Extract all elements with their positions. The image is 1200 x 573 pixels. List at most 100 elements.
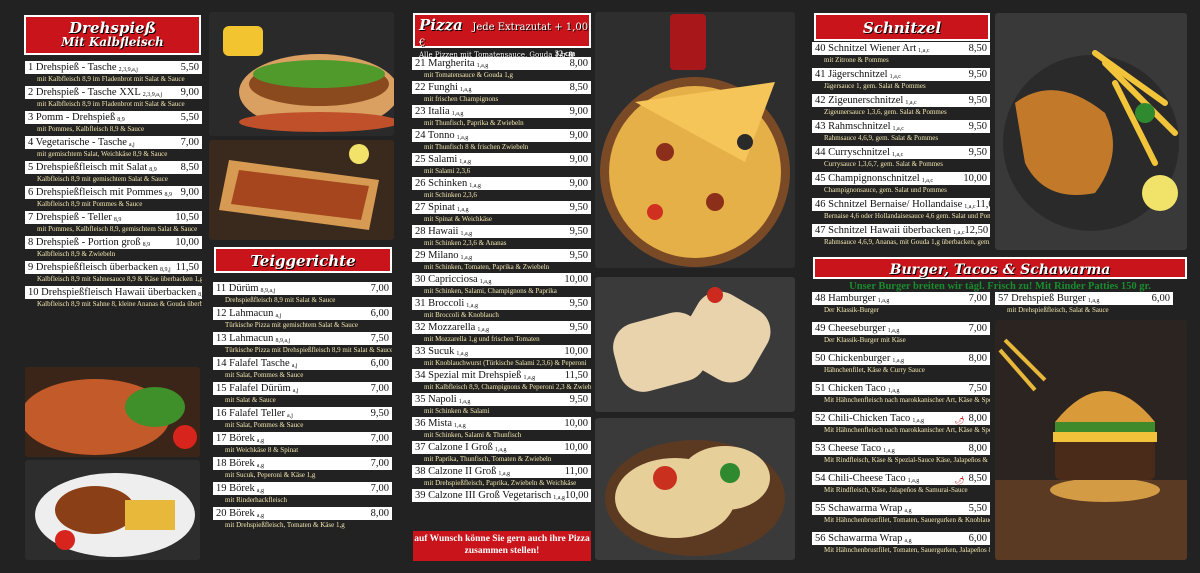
menu-item-34[interactable]: 34 Spezial mit Drehspieß 1,a,g 11,50: [412, 369, 591, 382]
item-description: [412, 502, 591, 513]
item-price: 7,00: [370, 482, 389, 494]
menu-item-20[interactable]: 20 Börek a,g 8,00: [213, 507, 392, 520]
menu-item-44[interactable]: 44 Curryschnitzel 1,a,c 9,50: [812, 146, 990, 159]
menu-item-9[interactable]: 9 Drehspießfleisch überbacken 8,9,j 11,50: [25, 261, 202, 274]
item-allergens: 1,a,c: [905, 100, 917, 107]
menu-item-36[interactable]: 36 Mista 1,a,g 10,00: [412, 417, 591, 430]
burger-title: Burger, Tacos & Schawarma: [889, 262, 1111, 278]
item-price: 9,00: [180, 86, 199, 98]
item-price: 5,50: [968, 502, 987, 514]
menu-item-21[interactable]: 21 Margherita 1,a,g 8,00: [412, 57, 591, 70]
item-description: Türkische Pizza mit Drehspießfleisch 8,9…: [225, 346, 392, 354]
item-description: Der Klassik-Burger mit Käse: [824, 336, 906, 344]
menu-item-45[interactable]: 45 Champignonschnitzel 1,a,c 10,00: [812, 172, 990, 185]
menu-item-18[interactable]: 18 Börek a,g 7,00: [213, 457, 392, 470]
menu-item-43[interactable]: 43 Rahmschnitzel 1,a,c 9,50: [812, 120, 990, 133]
menu-entry: 13 Lahmacun 8,9,a,j 7,50 Türkische Pizza mi…: [213, 332, 392, 357]
menu-item-15[interactable]: 15 Falafel Dürüm a,j 7,00: [213, 382, 392, 395]
item-description: mit Salat, Pommes & Sauce: [225, 371, 304, 379]
menu-item-42[interactable]: 42 Zigeunerschnitzel 1,a,c 9,50: [812, 94, 990, 107]
menu-item-51[interactable]: 51 Chicken Taco 1,a,g 7,50: [812, 382, 990, 395]
menu-item-50[interactable]: 50 Chickenburger 1,a,g 8,00: [812, 352, 990, 365]
item-name: 32 Mozzarella: [415, 321, 476, 333]
menu-item-12[interactable]: 12 Lahmacun a,j 6,00: [213, 307, 392, 320]
item-name: 17 Börek: [216, 432, 255, 444]
menu-item-38[interactable]: 38 Calzone II Groß 1,a,g 11,00: [412, 465, 591, 478]
menu-item-25[interactable]: 25 Salami 1,a,g 9,00: [412, 153, 591, 166]
menu-entry: 16 Falafel Teller a,j 9,50 mit Salat, Pomme…: [213, 407, 392, 432]
menu-item-4[interactable]: 4 Vegetarische - Tasche a,j 7,00: [25, 136, 202, 149]
menu-item-5[interactable]: 5 Drehspießfleisch mit Salat 8,9 8,50: [25, 161, 202, 174]
burger-list: 48 Hamburger 1,a,g 7,00 Der Klassik-Burger 4…: [812, 292, 990, 562]
menu-item-24[interactable]: 24 Tonno 1,a,g 9,00: [412, 129, 591, 142]
menu-item-13[interactable]: 13 Lahmacun 8,9,a,j 7,50: [213, 332, 392, 345]
menu-item-53[interactable]: 53 Cheese Taco 1,a,g 8,00: [812, 442, 990, 455]
menu-item-6[interactable]: 6 Drehspießfleisch mit Pommes 8,9 9,00: [25, 186, 202, 199]
menu-item-49[interactable]: 49 Cheeseburger 1,a,g 7,00: [812, 322, 990, 335]
menu-item-56[interactable]: 56 Schawarma Wrap a,g 6,00: [812, 532, 990, 545]
item-allergens: 1,a,g: [451, 111, 464, 118]
item-price: 11,50: [564, 369, 588, 381]
menu-item-10[interactable]: 10 Drehspießfleisch Hawaii überbacken8,9…: [25, 286, 202, 299]
menu-entry: 11 Dürüm 8,9,a,j 7,00 Drehspießfleisch 8,9 …: [213, 282, 392, 307]
schnitzel-title: Schnitzel: [862, 19, 942, 37]
menu-item-22[interactable]: 22 Funghi 1,a,g 8,50: [412, 81, 591, 94]
item-name: 34 Spezial mit Drehspieß: [415, 369, 522, 381]
item-price: 8,00: [569, 57, 588, 69]
item-description: Hähnchenfilet, Käse & Curry Sauce: [824, 366, 925, 374]
menu-item-32[interactable]: 32 Mozzarella 1,a,g 9,50: [412, 321, 591, 334]
item-price: 6,00: [370, 357, 389, 369]
item-price: 6,00: [1151, 292, 1170, 304]
menu-entry: 3 Pomm - Drehspieß 8,9 5,50 mit Pommes, Kal…: [25, 111, 202, 136]
item-allergens: 8,9: [117, 117, 125, 124]
menu-item-14[interactable]: 14 Falafel Tasche a,j 6,00: [213, 357, 392, 370]
menu-item-2[interactable]: 2 Drehspieß - Tasche XXL 2,3,9,a,j 9,00: [25, 86, 202, 99]
item-description: mit Drehspießfleisch, Paprika, Zwiebeln …: [424, 479, 577, 487]
teiggerichte-list: 11 Dürüm 8,9,a,j 7,00 Drehspießfleisch 8,9 …: [213, 282, 392, 532]
item-name: 16 Falafel Teller: [216, 407, 286, 419]
menu-item-7[interactable]: 7 Drehspieß - Teller 8,9 10,50: [25, 211, 202, 224]
menu-item-27[interactable]: 27 Spinat 1,a,g 9,50: [412, 201, 591, 214]
menu-item-17[interactable]: 17 Börek a,g 7,00: [213, 432, 392, 445]
menu-item-26[interactable]: 26 Schinken 1,a,g 9,00: [412, 177, 591, 190]
menu-item-33[interactable]: 33 Sucuk 1,a,g 10,00: [412, 345, 591, 358]
menu-item-1[interactable]: 1 Drehspieß - Tasche 2,3,9,a,j 5,50: [25, 61, 202, 74]
menu-entry: 41 Jägerschnitzel 1,a,c 9,50 Jägersauce 1, …: [812, 68, 990, 94]
menu-item-48[interactable]: 48 Hamburger 1,a,g 7,00: [812, 292, 990, 305]
menu-item-30[interactable]: 30 Capricciosa 1,a,g 10,00: [412, 273, 591, 286]
menu-item-41[interactable]: 41 Jägerschnitzel 1,a,c 9,50: [812, 68, 990, 81]
menu-item-57[interactable]: 57 Drehspieß Burger 1,a,g 6,00: [995, 292, 1173, 305]
wrap-image: [595, 277, 795, 412]
menu-item-31[interactable]: 31 Broccoli 1,a,g 9,50: [412, 297, 591, 310]
pide-photo: [209, 140, 394, 240]
menu-item-3[interactable]: 3 Pomm - Drehspieß 8,9 5,50: [25, 111, 202, 124]
menu-entry: 4 Vegetarische - Tasche a,j 7,00 mit gemisc…: [25, 136, 202, 161]
item-price: 9,00: [569, 105, 588, 117]
menu-item-28[interactable]: 28 Hawaii 1,a,g 9,50: [412, 225, 591, 238]
menu-item-29[interactable]: 29 Milano 1,a,g 9,50: [412, 249, 591, 262]
menu-item-19[interactable]: 19 Börek a,g 7,00: [213, 482, 392, 495]
menu-item-46[interactable]: 46 Schnitzel Bernaise/ Hollandaise 1,a,c 1…: [812, 198, 990, 211]
menu-item-16[interactable]: 16 Falafel Teller a,j 9,50: [213, 407, 392, 420]
menu-item-8[interactable]: 8 Drehspieß - Portion groß 8,9 10,00: [25, 236, 202, 249]
menu-item-40[interactable]: 40 Schnitzel Wiener Art 1,a,c 8,50: [812, 42, 990, 55]
menu-item-47[interactable]: 47 Schnitzel Hawaii überbacken 1,a,c 12,50: [812, 224, 990, 237]
menu-entry: 52 Chili-Chicken Taco 1,a,g 🌶 8,00 Mit Hähnc…: [812, 412, 990, 442]
item-name: 56 Schawarma Wrap: [815, 532, 903, 544]
menu-item-23[interactable]: 23 Italia 1,a,g 9,00: [412, 105, 591, 118]
item-price: 9,50: [968, 94, 987, 106]
item-name: 50 Chickenburger: [815, 352, 891, 364]
item-allergens: 1,a,g: [477, 327, 490, 334]
menu-entry: 42 Zigeunerschnitzel 1,a,c 9,50 Zigeunersau…: [812, 94, 990, 120]
menu-item-39[interactable]: 39 Calzone III Groß Vegetarisch 1,a,g 10,0…: [412, 489, 591, 502]
menu-item-55[interactable]: 55 Schawarma Wrap a,g 5,50: [812, 502, 990, 515]
menu-item-37[interactable]: 37 Calzone I Groß 1,a,g 10,00: [412, 441, 591, 454]
item-price: 9,50: [968, 120, 987, 132]
burger-image: [995, 320, 1187, 560]
menu-item-54[interactable]: 54 Chili-Cheese Taco 1,a,g 🌶 8,50: [812, 472, 990, 485]
item-allergens: 1,a,g: [912, 418, 924, 425]
item-allergens: 1,a,g: [553, 495, 565, 502]
menu-item-35[interactable]: 35 Napoli 1,a,g 9,50: [412, 393, 591, 406]
menu-item-11[interactable]: 11 Dürüm 8,9,a,j 7,00: [213, 282, 392, 295]
menu-item-52[interactable]: 52 Chili-Chicken Taco 1,a,g 🌶 8,00: [812, 412, 990, 425]
